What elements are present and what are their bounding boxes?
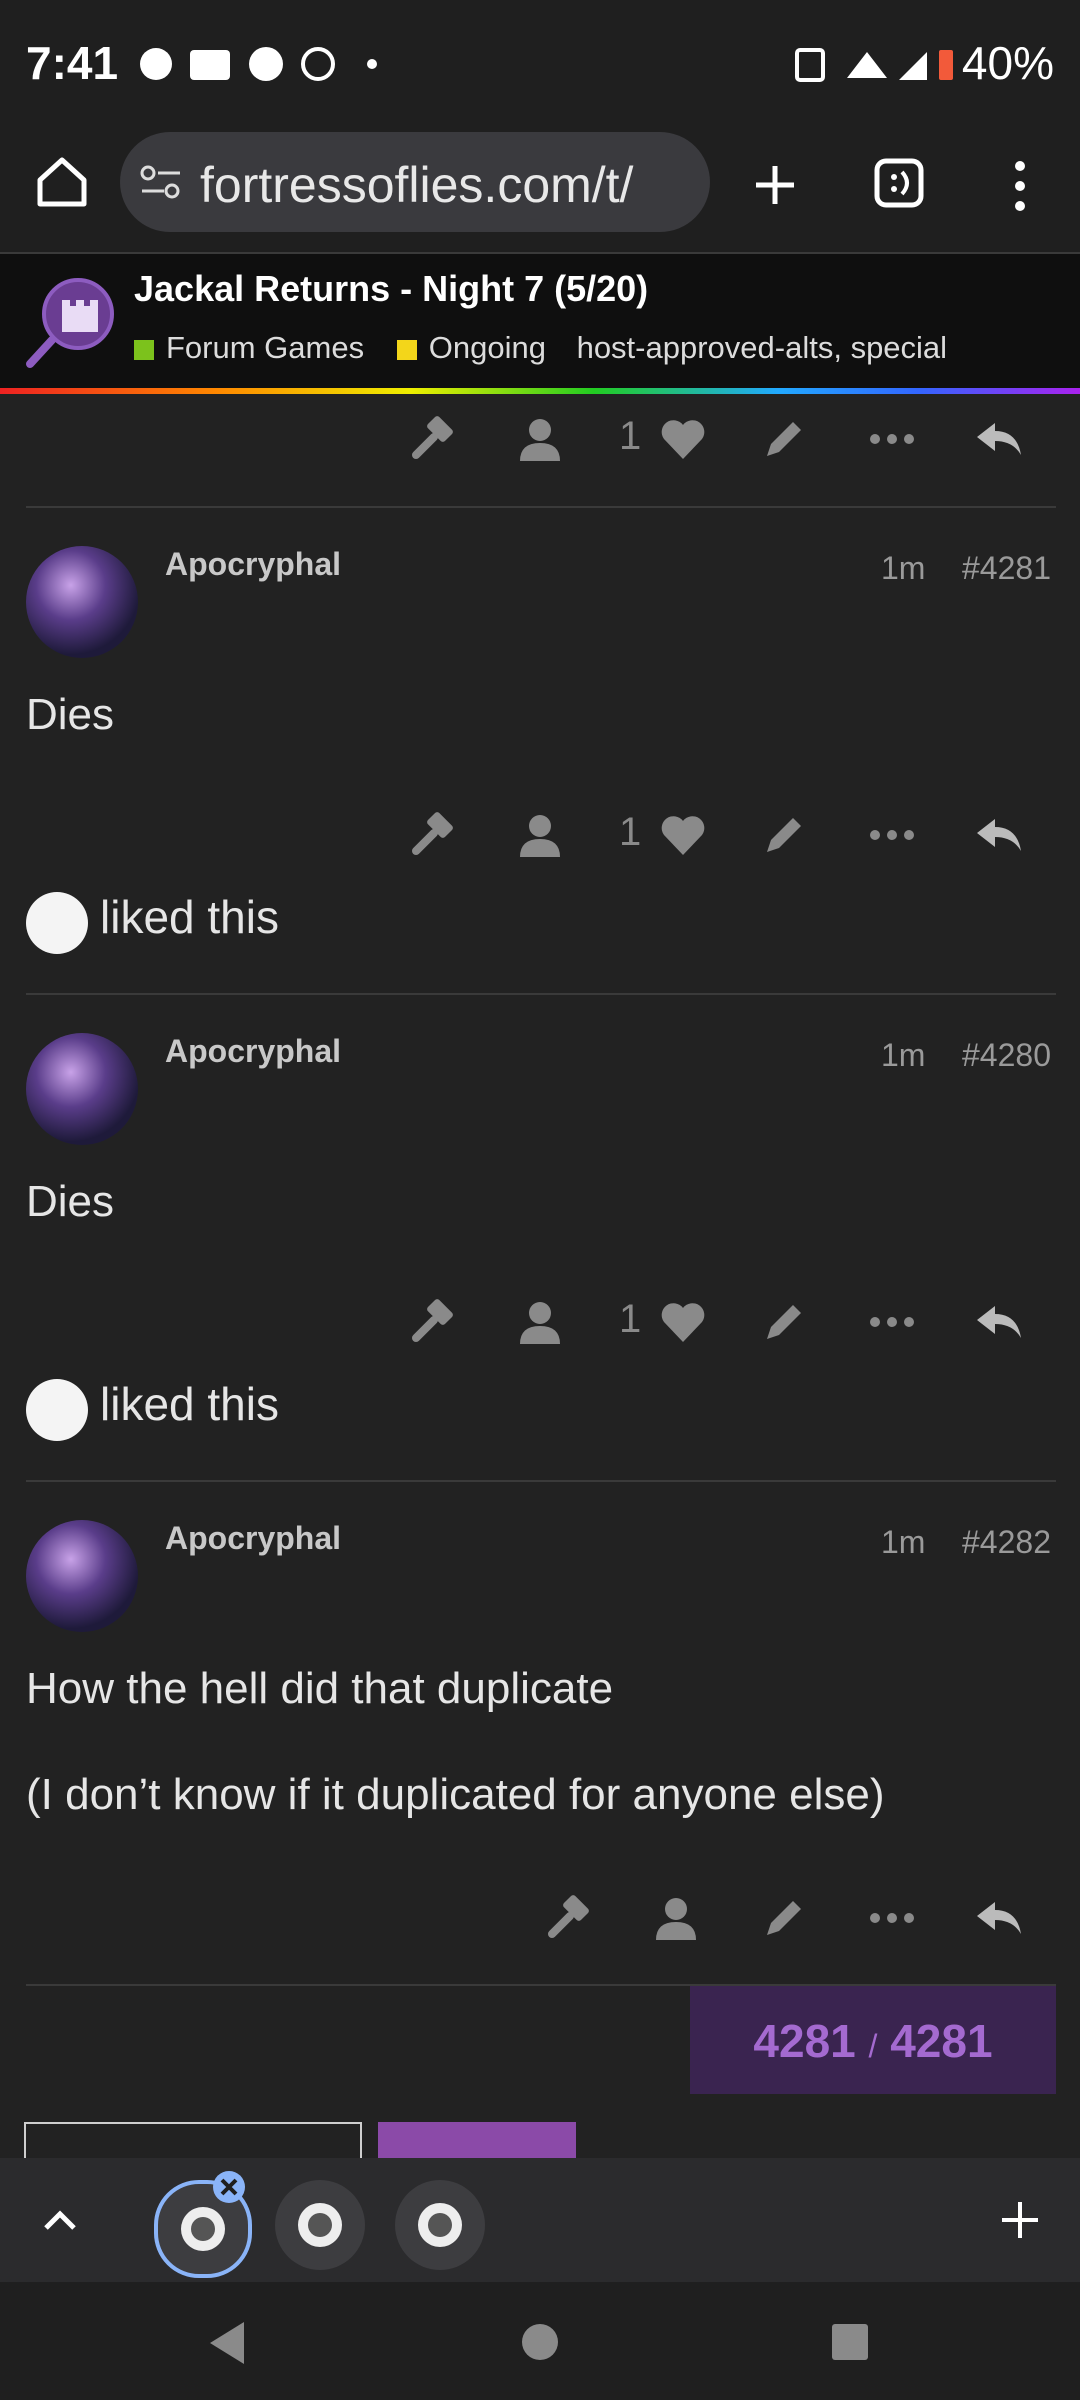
tab-switcher-icon[interactable] <box>874 158 924 208</box>
like-count: 1 <box>619 414 642 458</box>
admin-hammer-icon[interactable] <box>397 404 467 474</box>
liked-text: liked this <box>100 1378 279 1430</box>
post-username[interactable]: Apocryphal <box>165 546 341 583</box>
post-body: Dies <box>26 1177 115 1226</box>
admin-hammer-icon[interactable] <box>397 800 467 870</box>
avatar[interactable] <box>26 1520 138 1632</box>
status-tag[interactable]: Ongoing <box>429 330 546 365</box>
heart-icon[interactable] <box>648 800 718 870</box>
home-nav-icon[interactable] <box>520 2322 560 2362</box>
reply-icon[interactable] <box>964 800 1034 870</box>
edit-icon[interactable] <box>749 800 819 870</box>
header-rainbow-divider <box>0 388 1080 394</box>
add-tab-icon[interactable] <box>1000 2200 1040 2240</box>
back-icon[interactable] <box>206 2320 246 2366</box>
user-icon[interactable] <box>505 404 575 474</box>
more-actions-icon[interactable] <box>857 404 927 474</box>
post-actions: 1 <box>0 1287 1080 1357</box>
progress-separator: / <box>868 2028 878 2064</box>
chevron-up-icon[interactable] <box>40 2206 80 2234</box>
url-text[interactable]: fortressoflies.com/t/ <box>200 156 700 214</box>
post-username[interactable]: Apocryphal <box>165 1520 341 1557</box>
post-number[interactable]: #4282 <box>962 1524 1051 1561</box>
more-menu-icon[interactable] <box>1010 158 1030 214</box>
avatar[interactable] <box>26 546 138 658</box>
category-link[interactable]: Forum Games <box>166 330 364 365</box>
tab[interactable] <box>395 2180 485 2270</box>
status-color-swatch <box>396 339 417 360</box>
home-icon[interactable] <box>34 154 90 210</box>
post-body-line: How the hell did that duplicate <box>26 1664 614 1713</box>
site-favicon-icon <box>181 2207 225 2251</box>
address-bar[interactable]: fortressoflies.com/t/ <box>120 132 710 232</box>
tab[interactable] <box>275 2180 365 2270</box>
post-body-line: (I don’t know if it duplicated for anyon… <box>26 1770 885 1819</box>
progress-text: 4281 / 4281 <box>690 2014 1056 2068</box>
edit-icon[interactable] <box>749 1287 819 1357</box>
post-time[interactable]: 1m <box>881 1037 925 1074</box>
admin-hammer-icon[interactable] <box>533 1883 603 1953</box>
tab-strip <box>0 2158 1080 2282</box>
tag-host-approved-alts[interactable]: host-approved-alts <box>577 330 834 365</box>
browser-toolbar: fortressoflies.com/t/ <box>0 120 1080 254</box>
like-count: 1 <box>619 810 642 854</box>
post-actions: 1 <box>0 800 1080 870</box>
edit-icon[interactable] <box>749 404 819 474</box>
category-color-swatch <box>134 339 154 360</box>
post: Apocryphal 1m #4280 Dies 1 liked this <box>0 995 1080 1475</box>
like-count: 1 <box>619 1297 642 1341</box>
user-icon[interactable] <box>641 1883 711 1953</box>
notification-icons <box>140 47 377 81</box>
site-logo-icon[interactable] <box>26 276 116 370</box>
post-number[interactable]: #4281 <box>962 550 1051 587</box>
tag-special[interactable]: special <box>851 330 948 365</box>
liked-text: liked this <box>100 891 279 943</box>
reply-button[interactable] <box>378 2122 576 2162</box>
reply-icon[interactable] <box>964 1883 1034 1953</box>
topic-progress[interactable]: 4281 / 4281 <box>690 1986 1056 2094</box>
more-actions-icon[interactable] <box>857 1883 927 1953</box>
status-bar: 7:41 40% <box>0 0 1080 120</box>
status-time: 7:41 <box>26 37 119 89</box>
post-body: Dies <box>26 690 115 739</box>
new-tab-icon[interactable] <box>752 162 798 208</box>
site-settings-icon[interactable] <box>140 164 182 200</box>
site-favicon-icon <box>298 2203 342 2247</box>
post: Apocryphal 1m #4281 Dies 1 liked this <box>0 508 1080 988</box>
post-time[interactable]: 1m <box>881 1524 925 1561</box>
reply-icon[interactable] <box>964 1287 1034 1357</box>
progress-total: 4281 <box>890 2015 993 2067</box>
system-nav-bar <box>0 2282 1080 2400</box>
recents-icon[interactable] <box>830 2322 870 2362</box>
post-time[interactable]: 1m <box>881 550 925 587</box>
topic-tags: Forum Games Ongoing host-approved-alts, … <box>134 330 947 366</box>
user-icon[interactable] <box>505 1287 575 1357</box>
admin-hammer-icon[interactable] <box>397 1287 467 1357</box>
heart-icon[interactable] <box>648 404 718 474</box>
user-icon[interactable] <box>505 800 575 870</box>
liker-avatar[interactable] <box>26 892 88 954</box>
post-username[interactable]: Apocryphal <box>165 1033 341 1070</box>
liker-avatar[interactable] <box>26 1379 88 1441</box>
signal-icons <box>795 48 953 82</box>
reply-icon[interactable] <box>964 404 1034 474</box>
post-number[interactable]: #4280 <box>962 1037 1051 1074</box>
topic-header: Jackal Returns - Night 7 (5/20) Forum Ga… <box>0 254 1080 390</box>
avatar[interactable] <box>26 1033 138 1145</box>
more-actions-icon[interactable] <box>857 800 927 870</box>
site-favicon-icon <box>418 2203 462 2247</box>
close-tab-icon[interactable] <box>212 2170 246 2204</box>
edit-icon[interactable] <box>749 1883 819 1953</box>
battery-level: 40% <box>961 37 1054 89</box>
heart-icon[interactable] <box>648 1287 718 1357</box>
post: Apocryphal 1m #4282 How the hell did tha… <box>0 1482 1080 1982</box>
progress-current: 4281 <box>753 2015 856 2067</box>
post-actions: 1 <box>0 404 1080 474</box>
post-actions <box>0 1883 1080 1953</box>
topic-title[interactable]: Jackal Returns - Night 7 (5/20) <box>134 268 648 310</box>
more-actions-icon[interactable] <box>857 1287 927 1357</box>
